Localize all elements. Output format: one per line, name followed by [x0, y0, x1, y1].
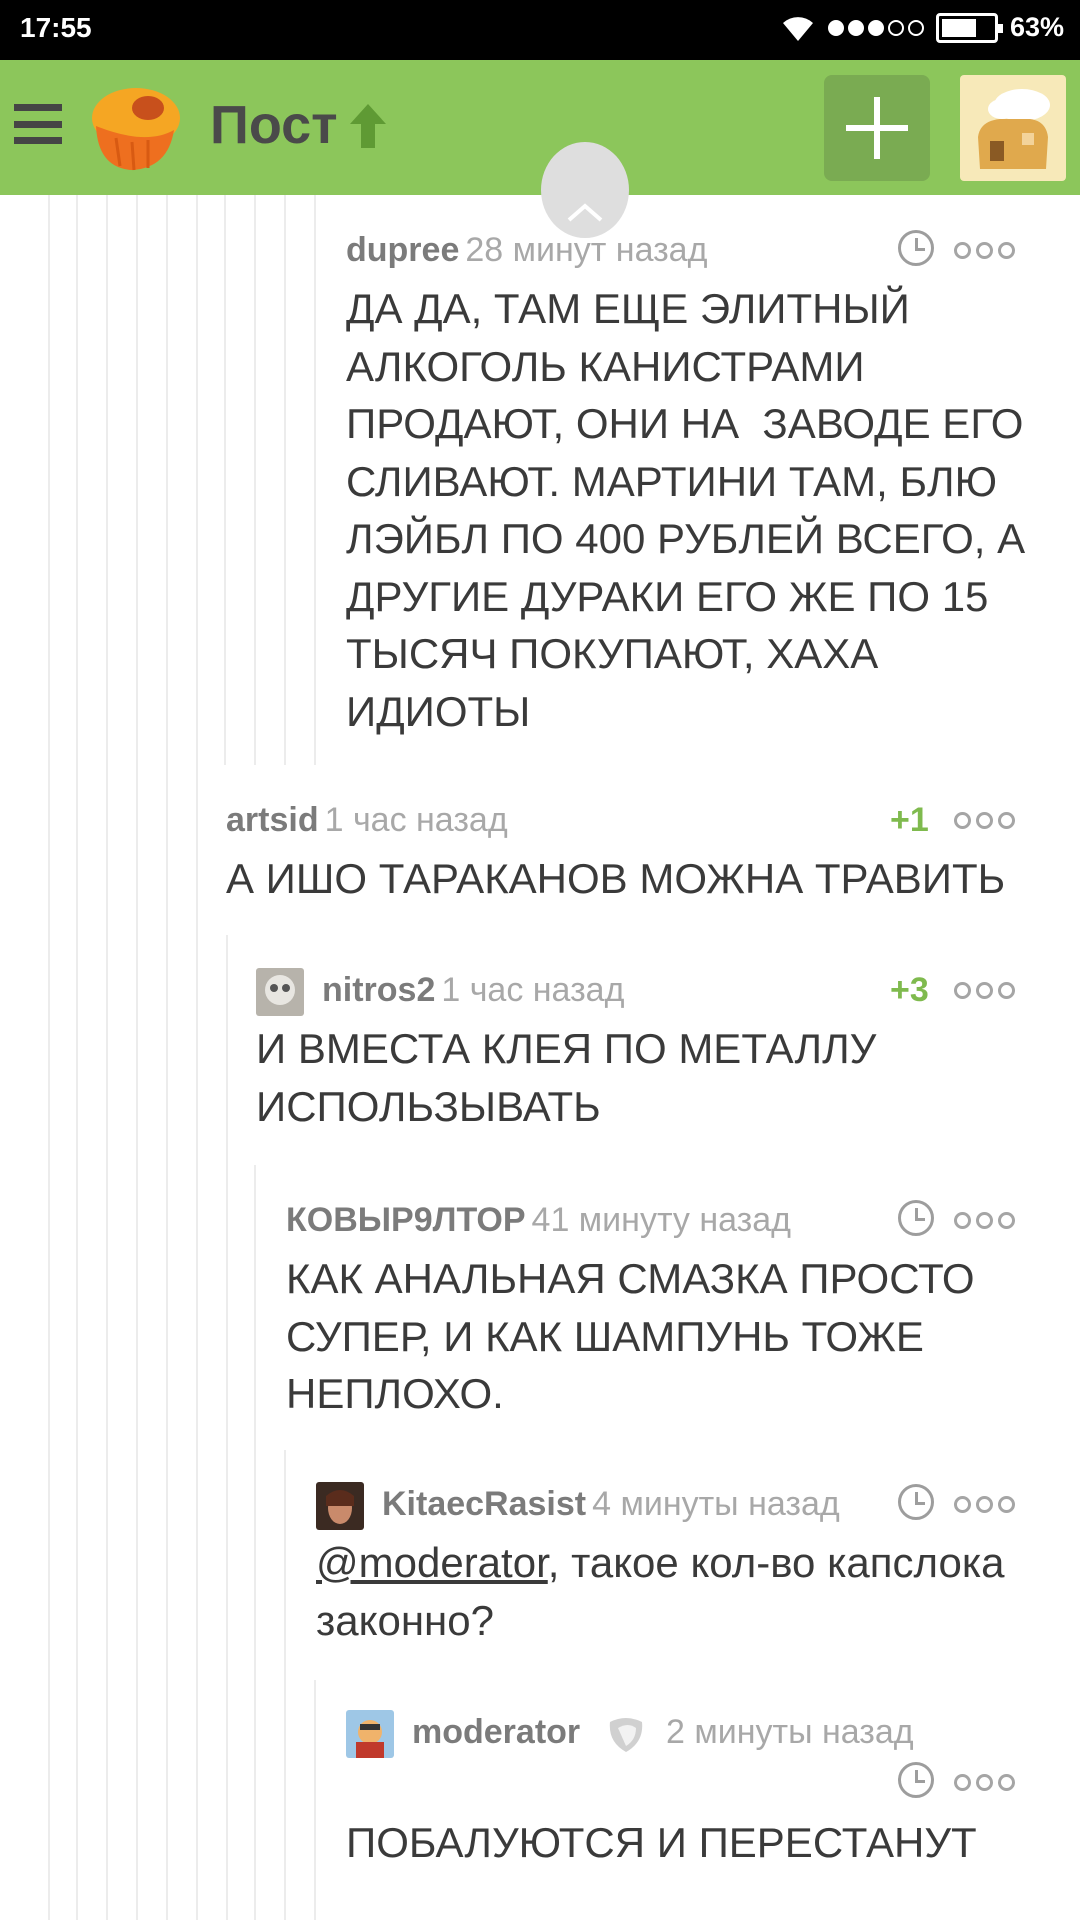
- comment-time: 41 минуту назад: [531, 1201, 791, 1239]
- comment-meta: KitaecRasist 4 минуты назад: [382, 1482, 840, 1526]
- comment-author[interactable]: artsid: [226, 801, 319, 839]
- thread-line: [136, 195, 138, 1920]
- thread-line: [284, 1450, 286, 1920]
- menu-icon[interactable]: [14, 104, 62, 144]
- thread-line: [76, 195, 78, 1920]
- avatar[interactable]: [346, 1710, 394, 1758]
- more-dots-icon[interactable]: [954, 228, 1016, 272]
- moderator-badge-icon: [609, 1718, 643, 1752]
- comment-meta: 2 минуты назад: [666, 1710, 914, 1754]
- comment-meta: moderator: [412, 1710, 580, 1754]
- status-time: 17:55: [20, 12, 92, 43]
- clock-icon: [898, 1200, 934, 1236]
- collapse-button[interactable]: [541, 142, 629, 238]
- comment: KitaecRasist 4 минуты назад @moderator, т…: [316, 1482, 1056, 1652]
- thread-line: [254, 195, 256, 765]
- comment-meta: nitros2 1 час назад: [322, 968, 624, 1012]
- comment-text: И ВМЕСТА КЛЕЯ ПО МЕТАЛЛУ ИСПОЛЬЗЫВАТЬ: [256, 1025, 877, 1130]
- clock-icon: [898, 1762, 934, 1798]
- comment-time: 1 час назад: [441, 971, 625, 1009]
- clock-icon: [898, 230, 934, 266]
- comment-time: 2 минуты назад: [666, 1713, 914, 1751]
- comment-text: @moderator, такое кол-во капслока законн…: [316, 1539, 1005, 1644]
- cupcake-logo-icon[interactable]: [86, 82, 182, 174]
- comment-meta: dupree 28 минут назад: [346, 228, 707, 272]
- comment-text: А ИШО ТАРАКАНОВ МОЖНА ТРАВИТЬ: [226, 855, 1006, 902]
- thread-line: [196, 195, 198, 1920]
- more-dots-icon[interactable]: [954, 1198, 1016, 1242]
- comment: КОВЫР9ЛТОР 41 минуту назад КАК АНАЛЬНАЯ С…: [286, 1198, 1046, 1418]
- comment-text: ДА ДА, ТАМ ЕЩЕ ЭЛИТНЫЙ АЛКОГОЛЬ КАНИСТРА…: [346, 285, 1026, 735]
- add-post-button[interactable]: [824, 75, 930, 181]
- thread-line: [224, 195, 226, 765]
- thread-line: [48, 195, 50, 1920]
- status-bar: 17:55 63%: [0, 0, 1080, 60]
- comment-author[interactable]: moderator: [412, 1713, 580, 1751]
- thread-line: [166, 195, 168, 1920]
- more-dots-icon[interactable]: [954, 798, 1016, 842]
- comment-text: КАК АНАЛЬНАЯ СМАЗКА ПРОСТО СУПЕР, И КАК …: [286, 1255, 975, 1417]
- mention-link[interactable]: @moderator: [316, 1539, 548, 1586]
- thread-line: [284, 195, 286, 765]
- app-bar: Пост: [0, 60, 1080, 195]
- clock-icon: [898, 1484, 934, 1520]
- comment-author[interactable]: nitros2: [322, 971, 435, 1009]
- avatar[interactable]: [316, 1482, 364, 1530]
- wifi-icon: [782, 16, 813, 41]
- thread-line: [226, 935, 228, 1920]
- chevron-up-icon: [567, 203, 603, 222]
- comment-author[interactable]: dupree: [346, 231, 459, 269]
- comment: nitros2 1 час назад +3 И ВМЕСТА КЛЕЯ ПО М…: [256, 968, 1046, 1138]
- status-icons: 63%: [780, 12, 1064, 43]
- battery-icon: [935, 12, 1003, 43]
- page-title: Пост: [210, 95, 338, 155]
- comment-time: 4 минуты назад: [592, 1485, 840, 1523]
- avatar[interactable]: [256, 968, 304, 1016]
- comment-time: 28 минут назад: [465, 231, 708, 269]
- more-dots-icon[interactable]: [954, 968, 1016, 1012]
- comment-author[interactable]: KitaecRasist: [382, 1485, 586, 1523]
- user-avatar[interactable]: [960, 75, 1066, 181]
- comment-rating[interactable]: +3: [890, 968, 929, 1012]
- comment: moderator 2 минуты назад ПОБАЛУЮТСЯ И ПЕ…: [346, 1710, 1046, 1870]
- more-dots-icon[interactable]: [954, 1482, 1016, 1526]
- thread-line: [314, 195, 316, 765]
- comment-text: ПОБАЛУЮТСЯ И ПЕРЕСТАНУТ: [346, 1819, 977, 1866]
- thread-line: [106, 195, 108, 1920]
- comment: dupree 28 минут назад ДА ДА, ТАМ ЕЩЕ ЭЛИТ…: [346, 228, 1046, 735]
- comment: artsid 1 час назад +1 А ИШО ТАРАКАНОВ МОЖ…: [226, 798, 1046, 908]
- signal-icon: [827, 19, 924, 36]
- comment-meta: artsid 1 час назад: [226, 798, 508, 842]
- battery-percent: 63%: [1009, 12, 1064, 42]
- comment-author[interactable]: КОВЫР9ЛТОР: [286, 1201, 526, 1239]
- thread-line: [314, 1680, 316, 1920]
- arrow-up-icon[interactable]: [346, 100, 390, 152]
- comment-meta: КОВЫР9ЛТОР 41 минуту назад: [286, 1198, 791, 1242]
- thread-line: [254, 1165, 256, 1920]
- more-dots-icon[interactable]: [954, 1760, 1016, 1804]
- comment-time: 1 час назад: [324, 801, 508, 839]
- comment-rating[interactable]: +1: [890, 798, 929, 842]
